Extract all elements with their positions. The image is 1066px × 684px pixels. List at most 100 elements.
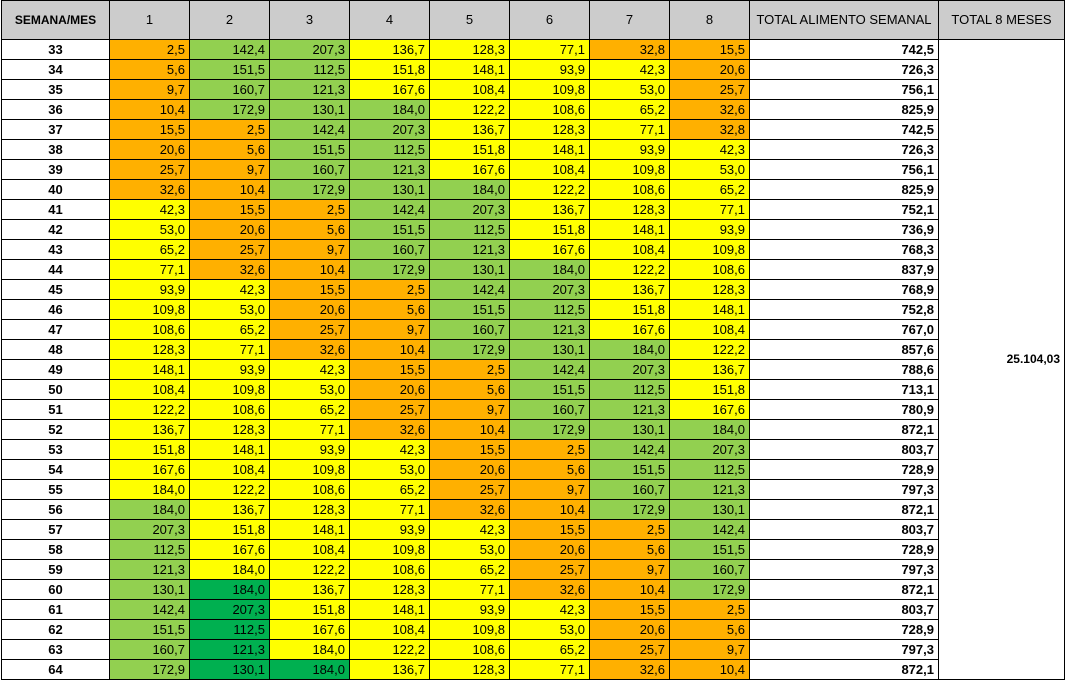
week-cell[interactable]: 60 — [1, 579, 110, 600]
feed-cell-month-8[interactable]: 5,6 — [669, 619, 750, 640]
feed-cell-month-3[interactable]: 136,7 — [269, 579, 350, 600]
feed-cell-month-7[interactable]: 108,4 — [589, 239, 670, 260]
feed-cell-month-1[interactable]: 128,3 — [109, 339, 190, 360]
feed-cell-month-3[interactable]: 65,2 — [269, 399, 350, 420]
feed-cell-month-1[interactable]: 20,6 — [109, 139, 190, 160]
feed-cell-month-5[interactable]: 42,3 — [429, 519, 510, 540]
feed-cell-month-3[interactable]: 25,7 — [269, 319, 350, 340]
feed-cell-month-3[interactable]: 15,5 — [269, 279, 350, 300]
feed-cell-month-8[interactable]: 108,6 — [669, 259, 750, 280]
feed-cell-month-4[interactable]: 167,6 — [349, 79, 430, 100]
feed-cell-month-7[interactable]: 207,3 — [589, 359, 670, 380]
feed-cell-month-6[interactable]: 42,3 — [509, 599, 590, 620]
feed-cell-month-4[interactable]: 42,3 — [349, 439, 430, 460]
feed-cell-month-2[interactable]: 112,5 — [189, 619, 270, 640]
feed-cell-month-3[interactable]: 128,3 — [269, 499, 350, 520]
feed-cell-month-1[interactable]: 2,5 — [109, 39, 190, 60]
feed-cell-month-5[interactable]: 136,7 — [429, 119, 510, 140]
feed-cell-month-5[interactable]: 128,3 — [429, 659, 510, 680]
feed-cell-month-8[interactable]: 160,7 — [669, 559, 750, 580]
feed-cell-month-2[interactable]: 184,0 — [189, 559, 270, 580]
feed-cell-month-6[interactable]: 9,7 — [509, 479, 590, 500]
feed-cell-month-8[interactable]: 151,8 — [669, 379, 750, 400]
feed-cell-month-3[interactable]: 142,4 — [269, 119, 350, 140]
feed-cell-month-6[interactable]: 121,3 — [509, 319, 590, 340]
feed-cell-month-7[interactable]: 128,3 — [589, 199, 670, 220]
feed-cell-month-7[interactable]: 160,7 — [589, 479, 670, 500]
week-cell[interactable]: 33 — [1, 39, 110, 60]
feed-cell-month-5[interactable]: 5,6 — [429, 379, 510, 400]
week-cell[interactable]: 58 — [1, 539, 110, 560]
feed-cell-month-7[interactable]: 32,8 — [589, 39, 670, 60]
feed-cell-month-7[interactable]: 109,8 — [589, 159, 670, 180]
feed-cell-month-7[interactable]: 53,0 — [589, 79, 670, 100]
week-cell[interactable]: 45 — [1, 279, 110, 300]
feed-cell-month-1[interactable]: 32,6 — [109, 179, 190, 200]
feed-cell-month-8[interactable]: 53,0 — [669, 159, 750, 180]
weekly-total-cell[interactable]: 728,9 — [749, 459, 939, 480]
week-cell[interactable]: 63 — [1, 639, 110, 660]
feed-cell-month-4[interactable]: 207,3 — [349, 119, 430, 140]
feed-cell-month-7[interactable]: 32,6 — [589, 659, 670, 680]
feed-cell-month-5[interactable]: 10,4 — [429, 419, 510, 440]
feed-cell-month-4[interactable]: 5,6 — [349, 299, 430, 320]
feed-cell-month-8[interactable]: 32,6 — [669, 99, 750, 120]
feed-cell-month-3[interactable]: 160,7 — [269, 159, 350, 180]
feed-cell-month-5[interactable]: 77,1 — [429, 579, 510, 600]
feed-cell-month-5[interactable]: 148,1 — [429, 59, 510, 80]
feed-cell-month-2[interactable]: 108,4 — [189, 459, 270, 480]
feed-cell-month-5[interactable]: 207,3 — [429, 199, 510, 220]
feed-cell-month-3[interactable]: 184,0 — [269, 659, 350, 680]
weekly-total-cell[interactable]: 756,1 — [749, 159, 939, 180]
feed-cell-month-5[interactable]: 20,6 — [429, 459, 510, 480]
feed-cell-month-6[interactable]: 77,1 — [509, 659, 590, 680]
feed-cell-month-5[interactable]: 142,4 — [429, 279, 510, 300]
weekly-total-cell[interactable]: 872,1 — [749, 499, 939, 520]
weekly-total-cell[interactable]: 756,1 — [749, 79, 939, 100]
feed-cell-month-1[interactable]: 160,7 — [109, 639, 190, 660]
weekly-total-cell[interactable]: 857,6 — [749, 339, 939, 360]
feed-cell-month-5[interactable]: 53,0 — [429, 539, 510, 560]
feed-cell-month-6[interactable]: 15,5 — [509, 519, 590, 540]
feed-cell-month-1[interactable]: 93,9 — [109, 279, 190, 300]
feed-cell-month-4[interactable]: 122,2 — [349, 639, 430, 660]
week-cell[interactable]: 46 — [1, 299, 110, 320]
feed-cell-month-8[interactable]: 77,1 — [669, 199, 750, 220]
feed-cell-month-5[interactable]: 167,6 — [429, 159, 510, 180]
feed-cell-month-1[interactable]: 112,5 — [109, 539, 190, 560]
feed-cell-month-1[interactable]: 207,3 — [109, 519, 190, 540]
feed-cell-month-7[interactable]: 172,9 — [589, 499, 670, 520]
feed-cell-month-5[interactable]: 151,8 — [429, 139, 510, 160]
feed-cell-month-8[interactable]: 9,7 — [669, 639, 750, 660]
week-cell[interactable]: 49 — [1, 359, 110, 380]
feed-cell-month-2[interactable]: 184,0 — [189, 579, 270, 600]
feed-cell-month-2[interactable]: 151,5 — [189, 59, 270, 80]
feed-cell-month-2[interactable]: 42,3 — [189, 279, 270, 300]
week-cell[interactable]: 47 — [1, 319, 110, 340]
feed-cell-month-8[interactable]: 112,5 — [669, 459, 750, 480]
feed-cell-month-3[interactable]: 207,3 — [269, 39, 350, 60]
feed-cell-month-7[interactable]: 122,2 — [589, 259, 670, 280]
week-cell[interactable]: 41 — [1, 199, 110, 220]
week-cell[interactable]: 40 — [1, 179, 110, 200]
feed-cell-month-1[interactable]: 130,1 — [109, 579, 190, 600]
feed-cell-month-7[interactable]: 65,2 — [589, 99, 670, 120]
week-cell[interactable]: 50 — [1, 379, 110, 400]
feed-cell-month-1[interactable]: 109,8 — [109, 299, 190, 320]
feed-cell-month-5[interactable]: 112,5 — [429, 219, 510, 240]
feed-cell-month-6[interactable]: 5,6 — [509, 459, 590, 480]
feed-cell-month-4[interactable]: 108,4 — [349, 619, 430, 640]
feed-cell-month-3[interactable]: 130,1 — [269, 99, 350, 120]
feed-cell-month-2[interactable]: 172,9 — [189, 99, 270, 120]
feed-cell-month-2[interactable]: 77,1 — [189, 339, 270, 360]
feed-cell-month-2[interactable]: 130,1 — [189, 659, 270, 680]
feed-cell-month-7[interactable]: 93,9 — [589, 139, 670, 160]
feed-cell-month-4[interactable]: 93,9 — [349, 519, 430, 540]
feed-cell-month-6[interactable]: 207,3 — [509, 279, 590, 300]
feed-cell-month-4[interactable]: 20,6 — [349, 379, 430, 400]
feed-cell-month-3[interactable]: 112,5 — [269, 59, 350, 80]
feed-cell-month-4[interactable]: 2,5 — [349, 279, 430, 300]
feed-cell-month-6[interactable]: 160,7 — [509, 399, 590, 420]
weekly-total-cell[interactable]: 825,9 — [749, 99, 939, 120]
feed-cell-month-8[interactable]: 93,9 — [669, 219, 750, 240]
